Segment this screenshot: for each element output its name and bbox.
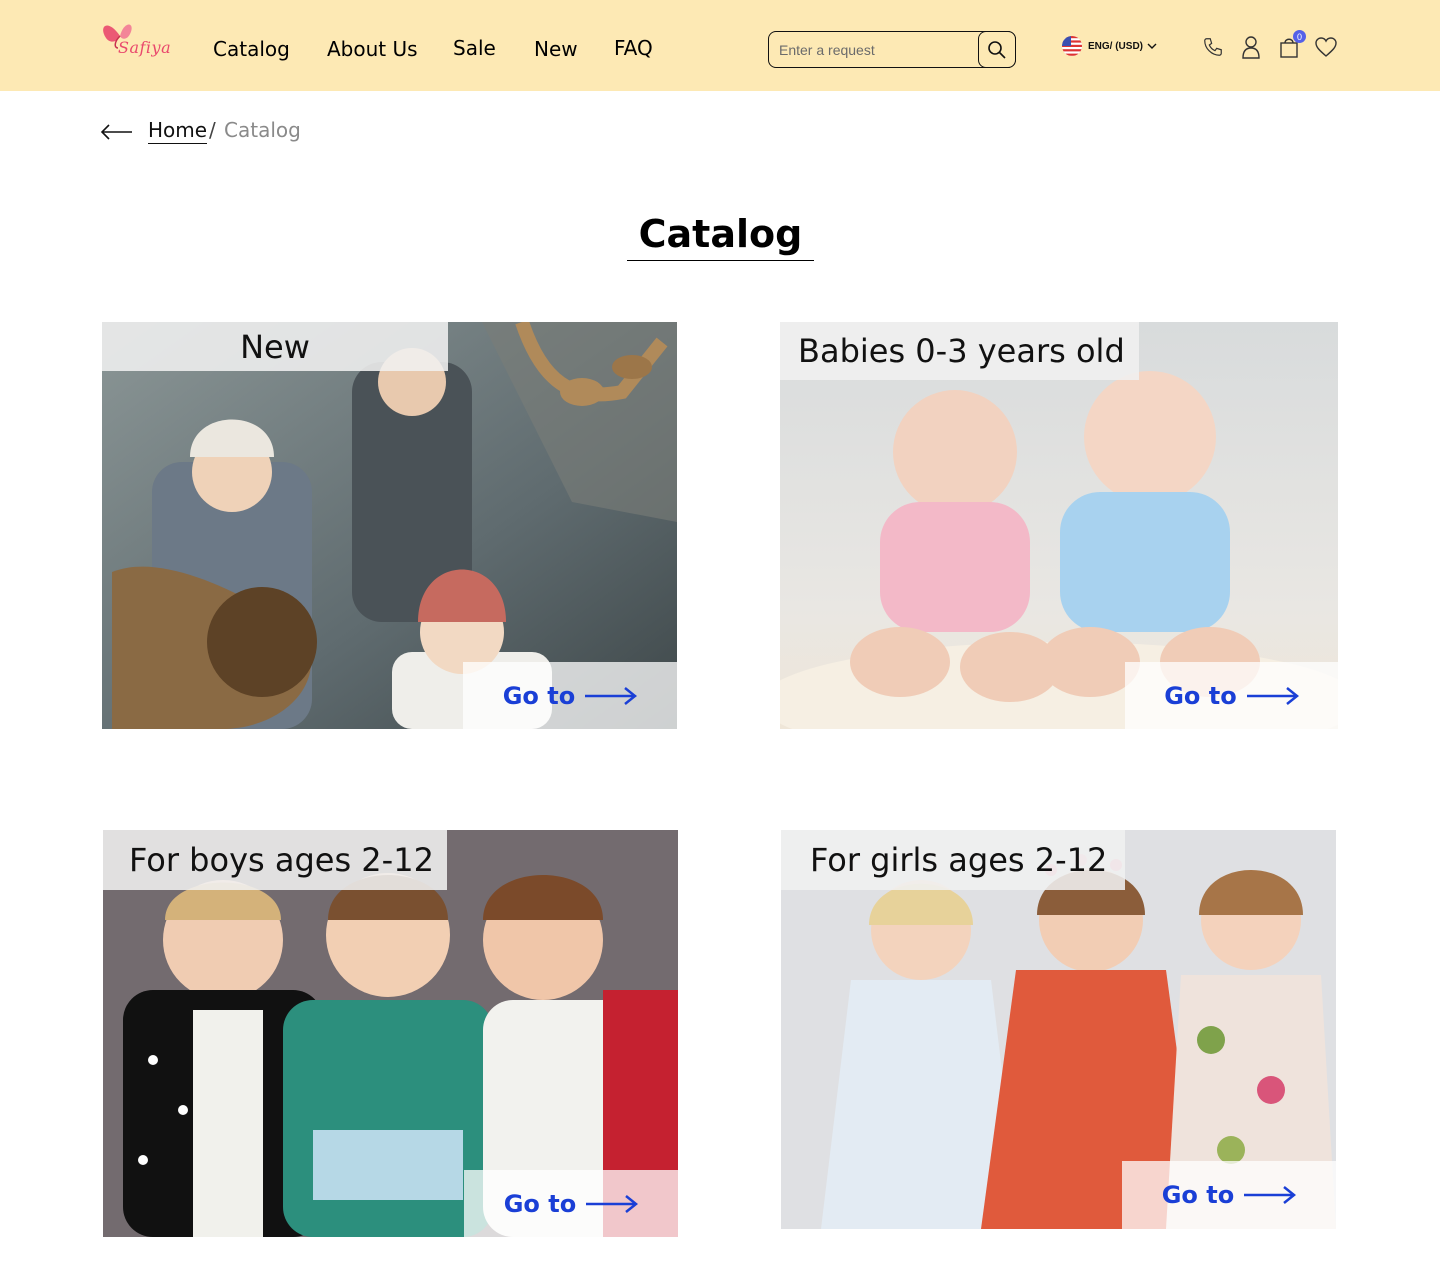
category-card-babies[interactable]: Babies 0-3 years old Go to	[780, 322, 1338, 729]
arrow-right-icon	[1244, 1186, 1297, 1204]
phone-button[interactable]	[1200, 34, 1226, 60]
go-to-label: Go to	[503, 1189, 577, 1218]
nav-faq[interactable]: FAQ	[614, 36, 653, 60]
category-card-girls[interactable]: For girls ages 2-12 Go to	[781, 830, 1336, 1229]
go-to-button[interactable]: Go to	[1122, 1161, 1336, 1229]
us-flag-icon	[1062, 36, 1082, 56]
nav-about-us[interactable]: About Us	[327, 37, 418, 61]
wishlist-button[interactable]	[1313, 34, 1339, 60]
phone-icon	[1204, 38, 1222, 56]
account-button[interactable]	[1238, 34, 1264, 60]
title-underline	[627, 260, 814, 261]
go-to-button[interactable]: Go to	[463, 662, 677, 729]
category-card-boys[interactable]: For boys ages 2-12 Go to	[103, 830, 678, 1237]
arrow-right-icon	[585, 686, 638, 705]
nav-new[interactable]: New	[534, 37, 578, 61]
go-to-button[interactable]: Go to	[464, 1170, 678, 1237]
search-button[interactable]	[978, 31, 1016, 68]
cart-count-badge: 0	[1293, 30, 1306, 43]
back-arrow-icon[interactable]	[100, 122, 134, 142]
search-icon	[988, 40, 1006, 59]
breadcrumb-home[interactable]: Home	[148, 118, 208, 144]
page-title: Catalog	[638, 212, 803, 256]
category-card-new[interactable]: New Go to	[102, 322, 677, 729]
nav-catalog[interactable]: Catalog	[213, 37, 290, 61]
locale-selector[interactable]: ENG/ (USD)	[1060, 36, 1157, 56]
go-to-label: Go to	[1164, 681, 1237, 710]
site-header: Safiya Catalog About Us Sale New FAQ Ent…	[0, 0, 1440, 91]
category-label: New	[102, 322, 448, 371]
logo[interactable]: Safiya	[100, 16, 172, 66]
arrow-right-icon	[1246, 686, 1299, 705]
go-to-label: Go to	[502, 681, 576, 710]
heart-icon	[1315, 37, 1337, 57]
user-icon	[1242, 36, 1260, 59]
nav-sale[interactable]: Sale	[453, 36, 496, 60]
arrow-right-icon	[586, 1194, 639, 1213]
logo-text: Safiya	[118, 38, 172, 57]
category-label: For boys ages 2-12	[103, 830, 447, 890]
chevron-down-icon	[1147, 43, 1157, 49]
category-label: Babies 0-3 years old	[780, 322, 1139, 380]
cart-button[interactable]: 0	[1276, 30, 1306, 60]
breadcrumb-separator: /	[209, 118, 216, 142]
go-to-label: Go to	[1161, 1181, 1235, 1209]
go-to-button[interactable]: Go to	[1125, 662, 1338, 729]
locale-label: ENG/ (USD)	[1088, 40, 1143, 52]
search-box	[768, 31, 1016, 68]
breadcrumb-current: Catalog	[224, 118, 301, 142]
category-label: For girls ages 2-12	[781, 830, 1125, 890]
search-input[interactable]	[779, 40, 975, 60]
